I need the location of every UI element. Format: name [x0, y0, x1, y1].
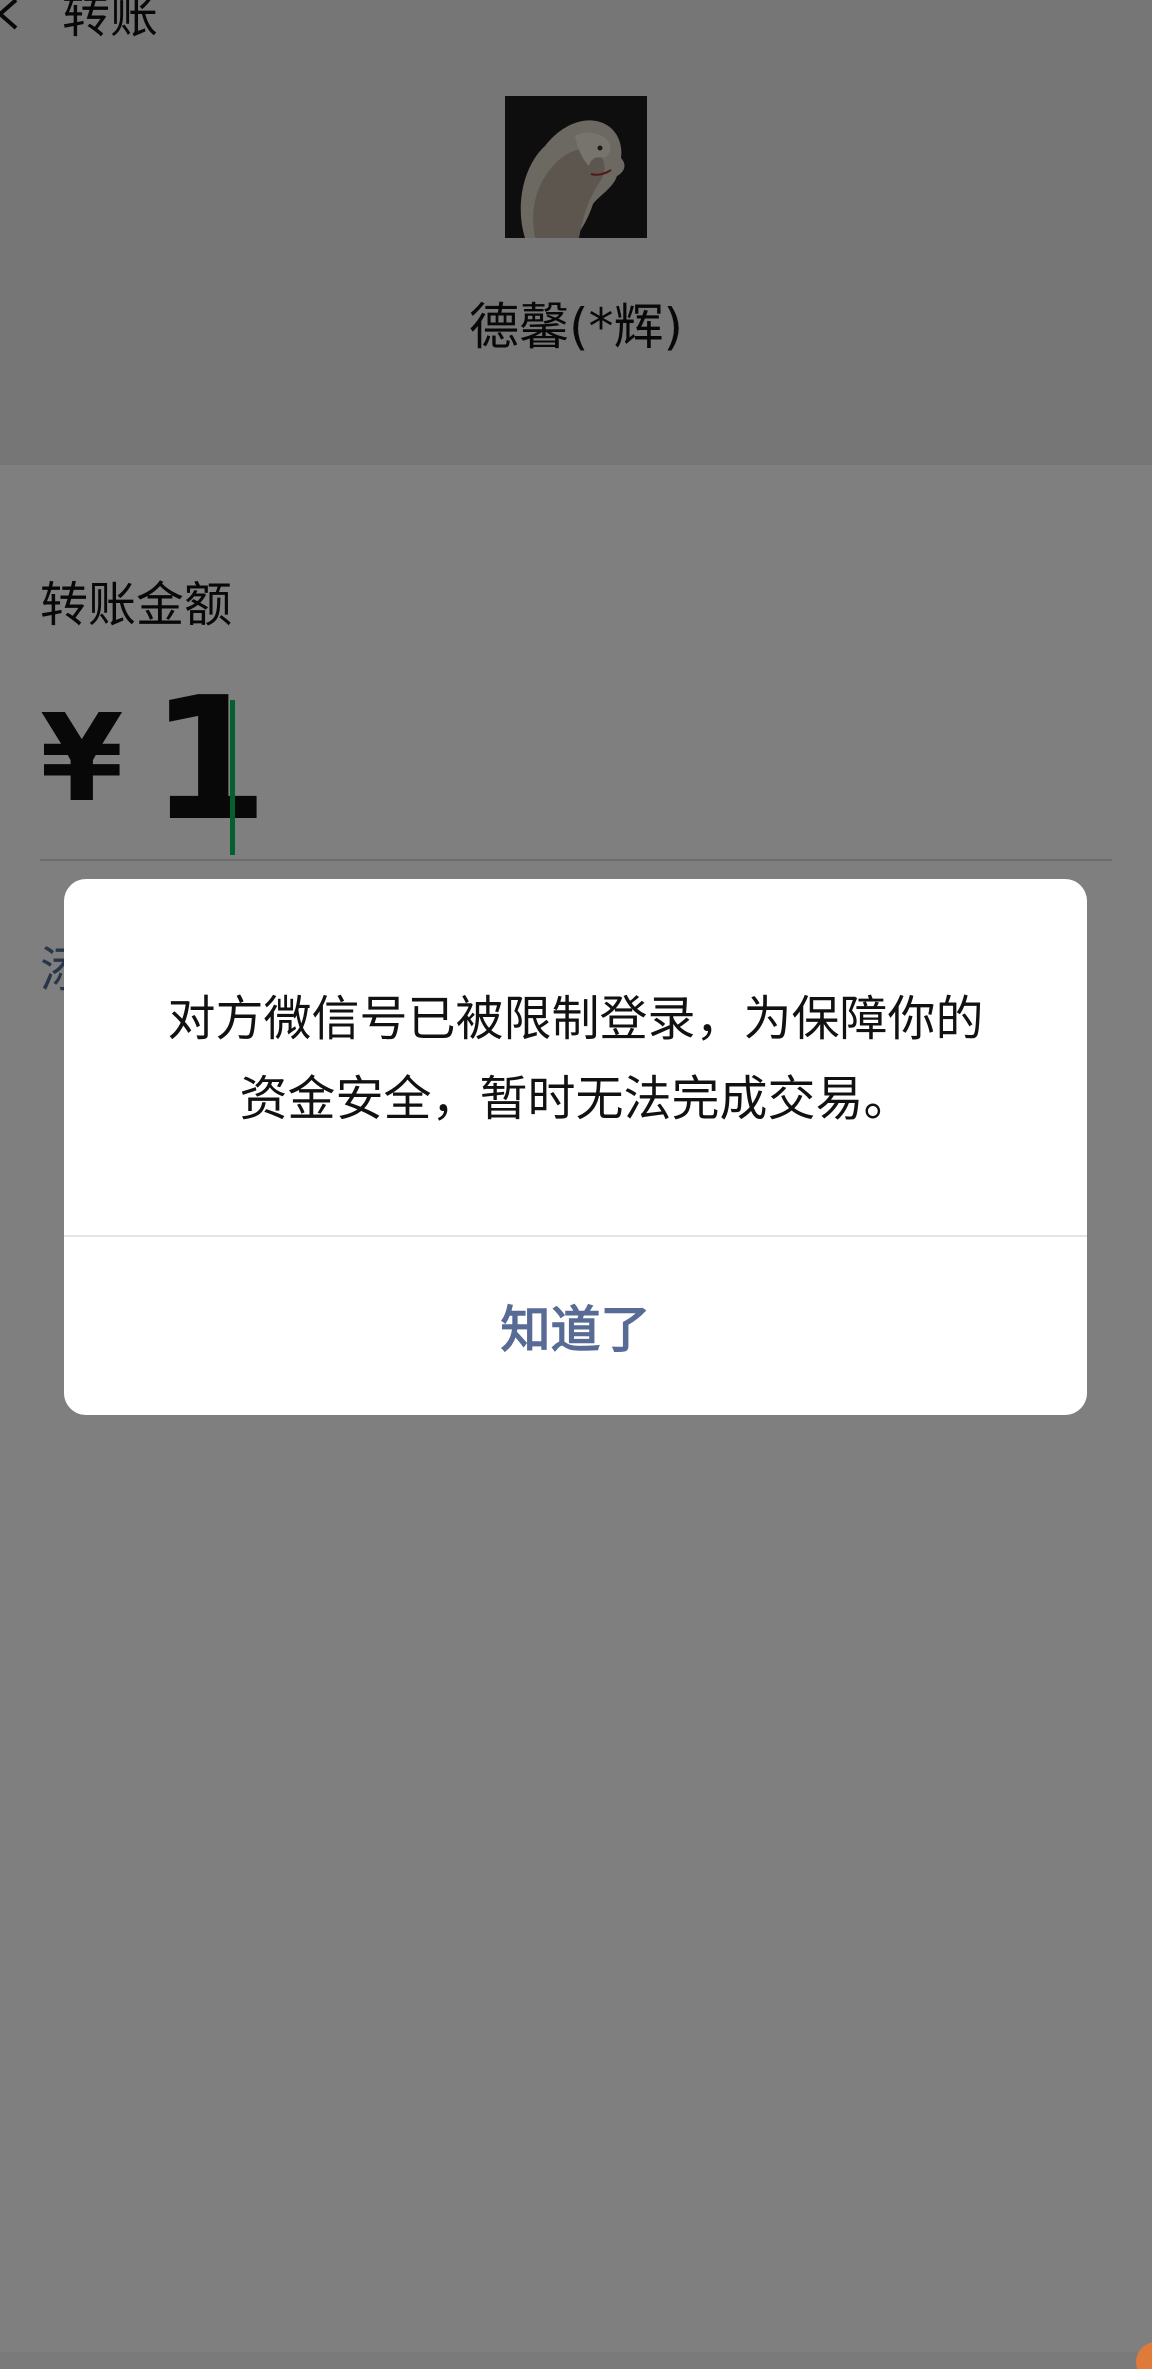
transfer-screen: 转账 德馨(*辉) 转账金额 ¥ 1 添 对方微信号已被限制登录，为保障你的资金…: [0, 0, 1152, 2369]
bottom-edge: [0, 2352, 1152, 2369]
dialog-message: 对方微信号已被限制登录，为保障你的资金安全，暂时无法完成交易。: [167, 991, 984, 1127]
got-it-button[interactable]: 知道了: [64, 1237, 1087, 1415]
alert-dialog: 对方微信号已被限制登录，为保障你的资金安全，暂时无法完成交易。 知道了: [64, 879, 1087, 1415]
